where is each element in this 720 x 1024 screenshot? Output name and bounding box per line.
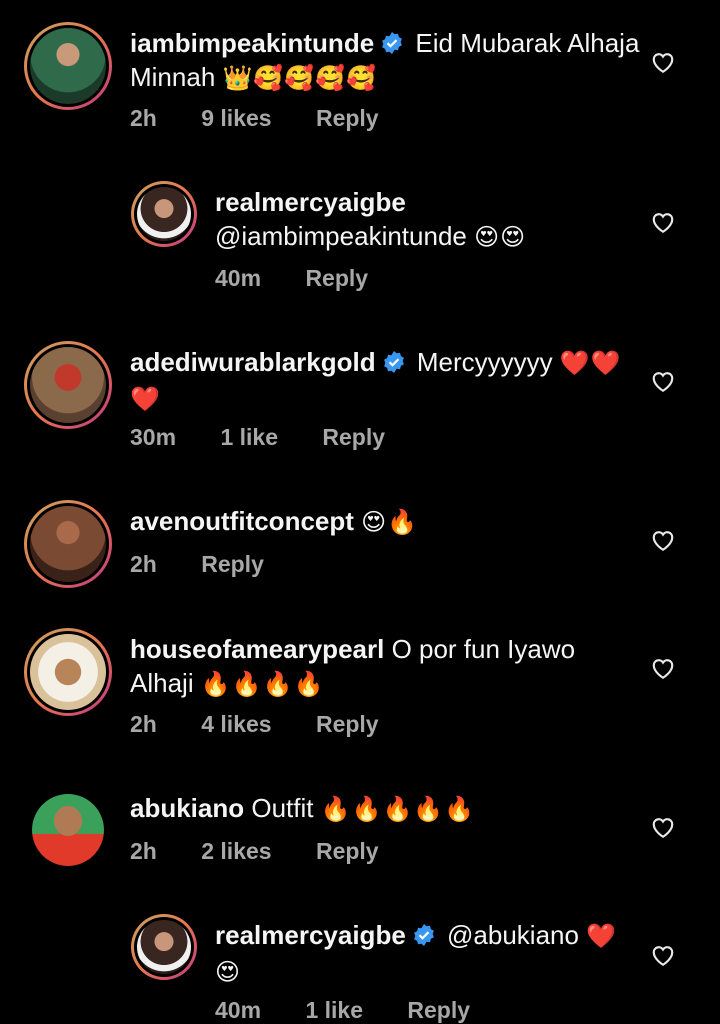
- verified-badge-icon: [382, 32, 403, 54]
- comment-time: 40m: [215, 265, 262, 291]
- like-heart-icon[interactable]: [650, 210, 676, 234]
- like-heart-icon[interactable]: [650, 50, 676, 74]
- comment-emojis: 🔥🔥🔥🔥🔥: [320, 796, 476, 823]
- comment-emojis: 😍😍: [474, 224, 527, 251]
- like-heart-icon[interactable]: [650, 815, 676, 839]
- comment-username[interactable]: abukiano: [130, 793, 244, 823]
- comment-text[interactable]: @abukiano: [447, 920, 579, 950]
- reply-button[interactable]: Reply: [316, 711, 379, 737]
- like-heart-icon[interactable]: [650, 369, 676, 393]
- comment-likes[interactable]: 1 like: [220, 424, 278, 450]
- avatar[interactable]: [24, 500, 112, 588]
- comment-username[interactable]: realmercyaigbe: [215, 920, 406, 950]
- verified-badge-icon: [383, 351, 404, 373]
- comment-time: 2h: [130, 105, 157, 131]
- comment-username[interactable]: houseofamearypearl: [130, 634, 384, 664]
- comment-username[interactable]: adediwurablarkgold: [130, 347, 376, 377]
- comment-likes[interactable]: 2 likes: [201, 838, 271, 864]
- comment-time: 2h: [130, 551, 157, 577]
- reply-button[interactable]: Reply: [201, 551, 264, 577]
- comment-time: 40m: [215, 997, 262, 1023]
- comment-emojis: 👑🥰🥰🥰🥰: [222, 65, 377, 92]
- like-heart-icon[interactable]: [650, 528, 676, 552]
- comment-text[interactable]: @iambimpeakintunde: [215, 221, 467, 251]
- comment-time: 30m: [130, 424, 177, 450]
- comment-text: Mercyyyyyy: [416, 347, 553, 377]
- reply-button[interactable]: Reply: [407, 997, 470, 1023]
- comment-emojis: 😍🔥: [361, 509, 419, 536]
- avatar[interactable]: [131, 914, 197, 980]
- avatar[interactable]: [131, 181, 197, 247]
- avatar[interactable]: [24, 628, 112, 716]
- avatar[interactable]: [32, 794, 104, 866]
- reply-button[interactable]: Reply: [316, 838, 379, 864]
- like-heart-icon[interactable]: [650, 943, 676, 967]
- comment-username[interactable]: avenoutfitconcept: [130, 506, 354, 536]
- comment-likes[interactable]: 4 likes: [201, 711, 271, 737]
- comment-emojis: 🔥🔥🔥🔥: [200, 671, 325, 698]
- avatar[interactable]: [24, 341, 112, 429]
- comment-username[interactable]: iambimpeakintunde: [130, 28, 374, 58]
- like-heart-icon[interactable]: [650, 656, 676, 680]
- reply-button[interactable]: Reply: [316, 105, 379, 131]
- reply-button[interactable]: Reply: [322, 424, 385, 450]
- comment-username[interactable]: realmercyaigbe: [215, 187, 406, 217]
- comment-likes[interactable]: 9 likes: [201, 105, 271, 131]
- comment-likes[interactable]: 1 like: [305, 997, 363, 1023]
- comment-text: Outfit: [251, 793, 314, 823]
- reply-button[interactable]: Reply: [305, 265, 368, 291]
- comment-time: 2h: [130, 711, 157, 737]
- verified-badge-icon: [413, 924, 434, 946]
- avatar[interactable]: [24, 22, 112, 110]
- comment-time: 2h: [130, 838, 157, 864]
